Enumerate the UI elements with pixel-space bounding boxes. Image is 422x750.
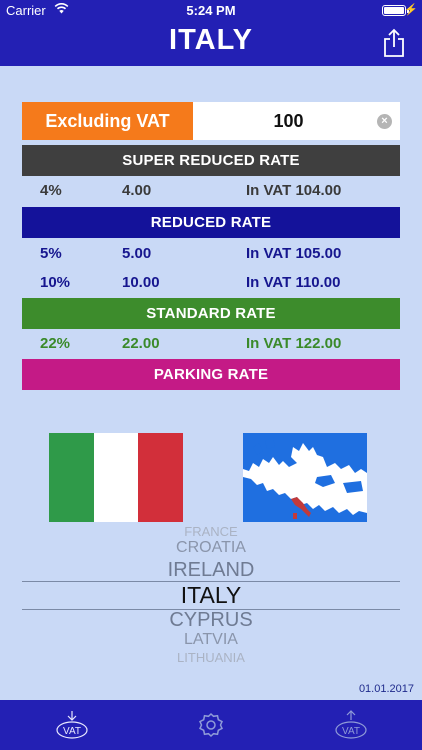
reduced-rate-header: REDUCED RATE [22, 207, 400, 238]
rate-percent: 4% [40, 182, 62, 199]
charging-icon: ⚡ [404, 4, 418, 16]
parking-rate-header: PARKING RATE [22, 359, 400, 390]
picker-item[interactable]: FRANCE [0, 524, 422, 539]
tab-bar: VAT VAT [0, 700, 422, 750]
vat-amount: 5.00 [122, 245, 152, 262]
amount-input[interactable] [193, 102, 400, 140]
vat-out-icon[interactable]: VAT [334, 710, 368, 740]
picker-item[interactable]: CYPRUS [0, 609, 422, 632]
standard-rate-header: STANDARD RATE [22, 298, 400, 329]
vat-amount: 4.00 [122, 182, 152, 199]
picker-item[interactable]: LITHUANIA [0, 650, 422, 662]
gear-icon[interactable] [194, 710, 228, 740]
vat-amount: 22.00 [122, 335, 160, 352]
share-button[interactable] [382, 28, 406, 58]
clock: 5:24 PM [186, 3, 236, 18]
europe-map-icon [243, 433, 367, 522]
in-vat-total: In VAT 104.00 [246, 182, 342, 199]
picker-item-selected[interactable]: ITALY [0, 582, 422, 609]
italy-flag-icon [49, 433, 184, 522]
in-vat-total: In VAT 105.00 [246, 245, 342, 262]
amount-input-row: Excluding VAT × [22, 102, 400, 140]
in-vat-total: In VAT 122.00 [246, 335, 342, 352]
picker-selection-line [22, 609, 400, 610]
picker-selection-line [22, 581, 400, 582]
reduced-row-1: 5% 5.00 In VAT 105.00 [22, 241, 400, 265]
tab-vat-out[interactable]: VAT [334, 710, 368, 740]
vat-in-label: VAT [63, 726, 81, 737]
tab-settings[interactable] [194, 710, 228, 740]
super-reduced-rate-header: SUPER REDUCED RATE [22, 145, 400, 176]
standard-row: 22% 22.00 In VAT 122.00 [22, 331, 400, 355]
vat-amount: 10.00 [122, 274, 160, 291]
rate-percent: 5% [40, 245, 62, 262]
rate-percent: 10% [40, 274, 71, 291]
vat-mode-button[interactable]: Excluding VAT [22, 102, 193, 140]
vat-in-icon[interactable]: VAT [55, 710, 89, 740]
in-vat-total: In VAT 110.00 [246, 274, 341, 291]
picker-item[interactable]: LATVIA [0, 631, 422, 649]
page-title: ITALY [169, 24, 253, 56]
vat-out-label: VAT [342, 726, 360, 737]
rate-percent: 22% [40, 335, 71, 352]
picker-item[interactable]: IRELAND [0, 559, 422, 582]
tab-vat-in[interactable]: VAT [55, 710, 89, 740]
status-bar: Carrier 5:24 PM ⚡ [0, 0, 422, 20]
battery-icon [382, 5, 409, 16]
share-icon[interactable] [382, 28, 406, 58]
country-picker[interactable]: FRANCE CROATIA IRELAND ITALY CYPRUS LATV… [0, 522, 422, 662]
rates-date: 01.01.2017 [358, 683, 414, 695]
picker-item[interactable]: CROATIA [0, 539, 422, 557]
navigation-bar: Carrier 5:24 PM ⚡ ITALY [0, 0, 422, 66]
super-reduced-row: 4% 4.00 In VAT 104.00 [22, 178, 400, 202]
clear-icon[interactable]: × [377, 114, 392, 129]
reduced-row-2: 10% 10.00 In VAT 110.00 [22, 270, 400, 294]
